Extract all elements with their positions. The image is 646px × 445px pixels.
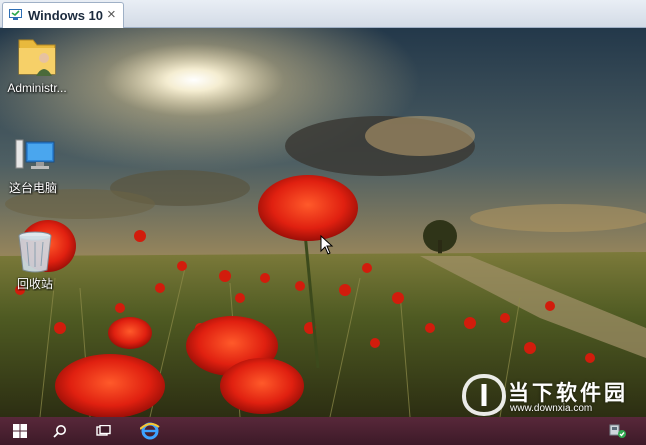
- icon-label: 这台电脑: [8, 181, 57, 195]
- this-pc-icon: [15, 139, 55, 169]
- recycle-bin-icon: [18, 231, 52, 273]
- tray-network-button[interactable]: [598, 417, 638, 445]
- tab-windows-10[interactable]: Windows 10 ×: [2, 2, 124, 28]
- search-icon: [53, 425, 66, 438]
- edge-button[interactable]: [130, 417, 170, 445]
- tab-close-icon[interactable]: ×: [107, 6, 116, 23]
- vm-icon: [9, 9, 22, 20]
- icon-label: Administr...: [7, 81, 67, 95]
- host-tab-strip: Windows 10 ×: [0, 0, 646, 28]
- start-icon: [13, 424, 27, 438]
- user-folder-icon: [18, 39, 56, 76]
- desktop-icon-administrator[interactable]: Administr...: [0, 32, 74, 95]
- desktop-icon-recycle-bin[interactable]: 回收站: [0, 228, 72, 291]
- icon-label: 回收站: [16, 277, 53, 291]
- task-view-icon: [96, 425, 111, 436]
- desktop-icon-this-pc[interactable]: 这台电脑: [0, 134, 70, 195]
- watermark: 当下软件园 www.downxia.com: [462, 374, 640, 416]
- start-button[interactable]: [0, 417, 40, 445]
- edge-icon: [140, 422, 160, 440]
- taskbar: [0, 417, 646, 445]
- search-button[interactable]: [40, 417, 80, 445]
- task-view-button[interactable]: [84, 417, 124, 445]
- tab-label: Windows 10: [28, 8, 104, 23]
- network-icon: [609, 424, 626, 438]
- mouse-cursor-icon: [320, 235, 334, 255]
- desktop[interactable]: Administr... 这台电脑 回收站 当下软件园 www.downxia.…: [0, 28, 646, 417]
- wallpaper: [0, 28, 646, 417]
- watermark-logo-icon: [462, 374, 506, 416]
- watermark-url: www.downxia.com: [510, 403, 593, 414]
